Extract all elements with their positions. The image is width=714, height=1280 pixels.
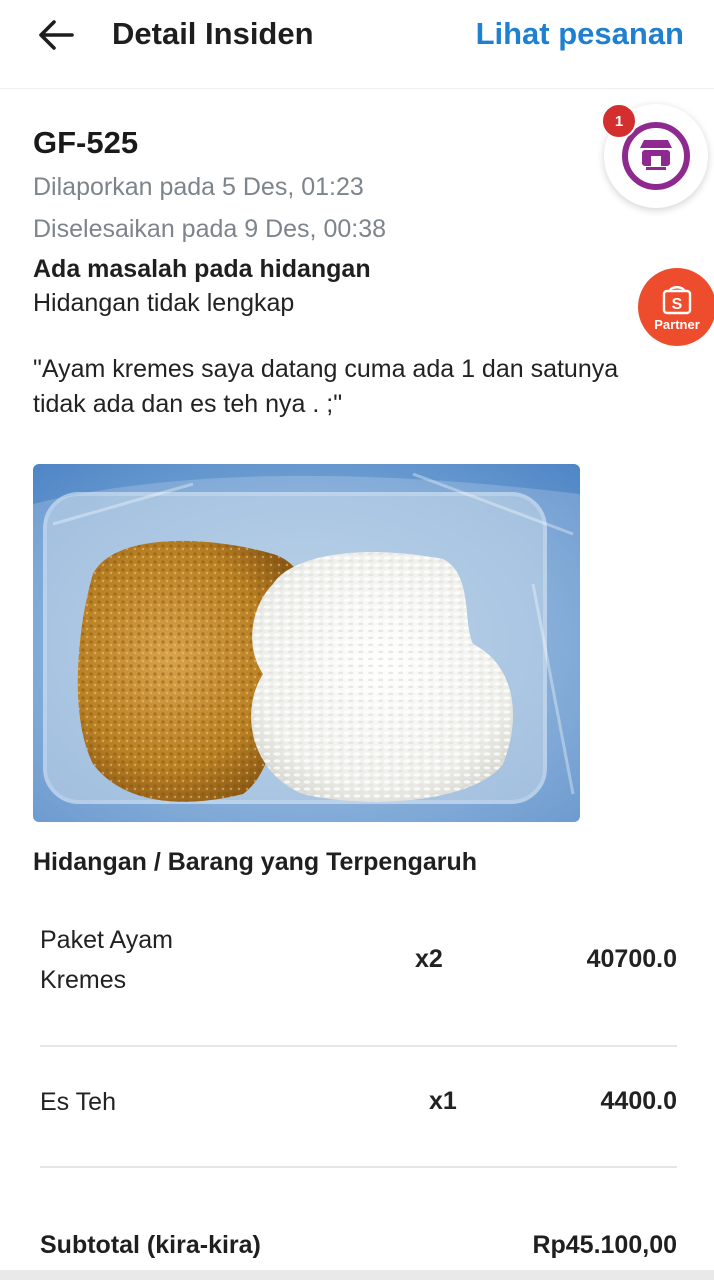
item-qty: x1 [429, 1087, 457, 1115]
issue-detail: Hidangan tidak lengkap [33, 289, 295, 317]
evidence-photo[interactable] [33, 464, 580, 822]
item-price: 4400.0 [600, 1087, 677, 1115]
subtotal-value: Rp45.100,00 [532, 1231, 677, 1259]
reported-time: Dilaporkan pada 5 Des, 01:23 [33, 173, 364, 201]
item-price: 40700.0 [586, 945, 677, 973]
divider [40, 1045, 677, 1047]
view-order-link[interactable]: Lihat pesanan [476, 16, 684, 52]
affected-items-title: Hidangan / Barang yang Terpengaruh [33, 848, 478, 876]
incident-details: GF-525 Dilaporkan pada 5 Des, 01:23 Dise… [33, 120, 683, 422]
food-photo-image [33, 464, 580, 822]
issue-type: Ada masalah pada hidangan [33, 255, 371, 283]
incident-id: GF-525 [33, 125, 139, 160]
back-button[interactable] [30, 12, 82, 58]
app-bar: Detail Insiden Lihat pesanan [0, 0, 714, 89]
resolved-time: Diselesaikan pada 9 Des, 00:38 [33, 215, 387, 243]
notification-badge: 1 [601, 103, 637, 139]
item-name: Es Teh [40, 1088, 116, 1116]
item-row: Paket Ayam Kremes x2 40700.0 [40, 920, 677, 1000]
customer-note: "Ayam kremes saya datang cuma ada 1 dan … [33, 355, 619, 418]
item-qty: x2 [415, 945, 443, 973]
subtotal-label: Subtotal (kira-kira) [40, 1231, 261, 1259]
shopee-partner-icon: S [662, 285, 692, 314]
divider [40, 1166, 677, 1168]
partner-letter: S [672, 296, 683, 313]
item-row: Es Teh x1 4400.0 [40, 1082, 677, 1122]
partner-label: Partner [654, 316, 700, 332]
bottom-edge [0, 1270, 714, 1280]
back-arrow-icon [39, 20, 74, 50]
partner-button[interactable]: S Partner [638, 268, 714, 346]
item-name: Paket Ayam Kremes [40, 926, 173, 994]
page-title: Detail Insiden [112, 16, 314, 51]
